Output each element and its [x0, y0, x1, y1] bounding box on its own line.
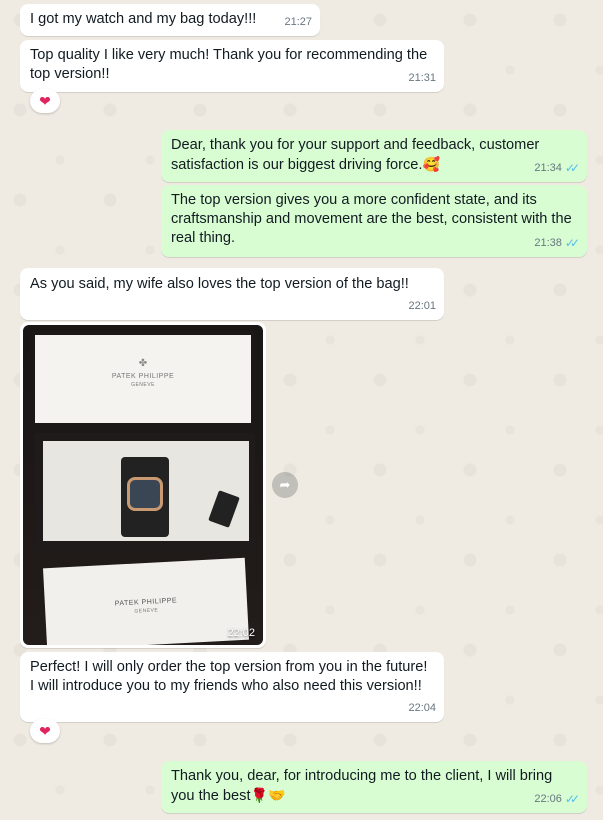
heart-icon[interactable]: ❤	[30, 719, 60, 743]
box-tray	[35, 433, 255, 553]
forward-icon[interactable]: ➦	[272, 472, 298, 498]
message-time: 22:01	[408, 300, 436, 312]
smiling-face-hearts-icon: 🥰	[422, 156, 440, 172]
rose-handshake-icon: 🌹🤝	[250, 787, 286, 803]
heart-icon[interactable]: ❤	[30, 89, 60, 113]
message-text: Dear, thank you for your support and fee…	[171, 137, 540, 173]
watch	[121, 457, 169, 537]
watch-face	[127, 477, 163, 511]
incoming-message[interactable]: Perfect! I will only order the top versi…	[20, 652, 444, 722]
box-lid: ✤ PATEK PHILIPPE GENEVE	[31, 331, 255, 427]
certificate-paper: PATEK PHILIPPE GENEVE	[42, 557, 250, 645]
message-time: 22:04	[408, 702, 436, 714]
message-text: Perfect! I will only order the top versi…	[30, 659, 428, 694]
double-check-icon: ✓✓	[564, 161, 580, 175]
watch-box-photo[interactable]: ✤ PATEK PHILIPPE GENEVE PATEK PHILIPPE G…	[23, 325, 263, 645]
message-time: 22:02	[227, 627, 255, 639]
message-meta: 21:34 ✓✓	[534, 159, 580, 178]
message-time: 21:31	[408, 72, 436, 84]
message-meta: 21:38 ✓✓	[534, 234, 580, 253]
outgoing-message[interactable]: Thank you, dear, for introducing me to t…	[161, 761, 587, 813]
outgoing-message[interactable]: Dear, thank you for your support and fee…	[161, 130, 587, 182]
double-check-icon: ✓✓	[564, 236, 580, 250]
message-text: The top version gives you a more confide…	[171, 192, 572, 246]
message-meta: 22:06 ✓✓	[534, 790, 580, 809]
brand-label: PATEK PHILIPPE	[111, 373, 175, 380]
message-text: Top quality I like very much! Thank you …	[30, 47, 428, 82]
watch-cushion	[43, 441, 249, 541]
incoming-message[interactable]: As you said, my wife also loves the top …	[20, 268, 444, 320]
brand-crest-icon: ✤	[138, 358, 148, 369]
brand-sub-label: GENEVE	[131, 382, 155, 388]
message-text: Thank you, dear, for introducing me to t…	[171, 768, 553, 804]
incoming-message[interactable]: Top quality I like very much! Thank you …	[20, 40, 444, 92]
incoming-message[interactable]: I got my watch and my bag today!!! 21:27	[20, 4, 320, 36]
double-check-icon: ✓✓	[564, 792, 580, 806]
message-text: I got my watch and my bag today!!!	[30, 11, 257, 27]
watch-tag	[208, 490, 240, 528]
message-time: 21:27	[284, 16, 312, 28]
message-text: As you said, my wife also loves the top …	[30, 276, 409, 292]
image-message[interactable]: ✤ PATEK PHILIPPE GENEVE PATEK PHILIPPE G…	[20, 322, 266, 648]
outgoing-message[interactable]: The top version gives you a more confide…	[161, 185, 587, 257]
